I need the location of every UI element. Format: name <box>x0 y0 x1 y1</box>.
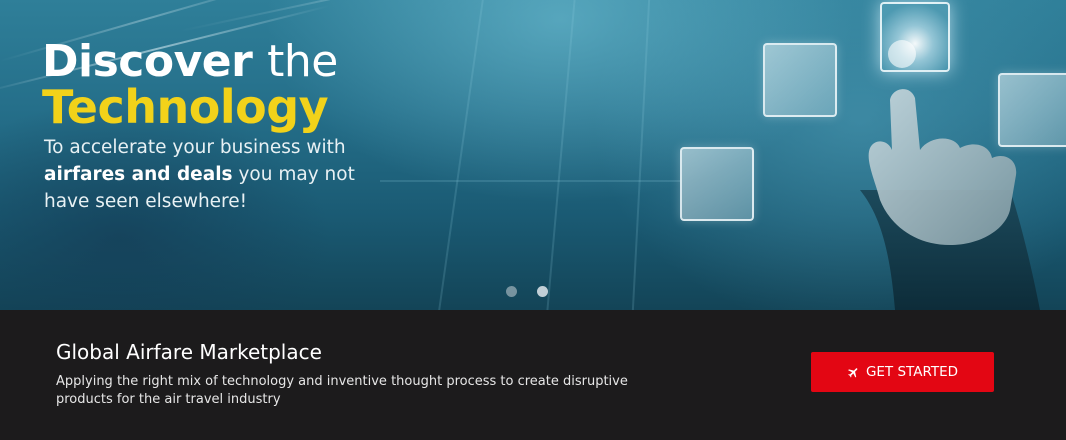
hero-heading-line1: Discover the <box>42 40 338 84</box>
hero-heading: Discover the Technology <box>42 40 338 134</box>
plane-icon <box>847 366 860 379</box>
hero-subtext-prefix: To accelerate your business with <box>44 137 346 158</box>
grid-line <box>438 0 484 310</box>
carousel-dot-1[interactable] <box>506 286 517 297</box>
section-description: Applying the right mix of technology and… <box>56 374 628 407</box>
section-title: Global Airfare Marketplace <box>56 340 322 364</box>
page: Discover the Technology To accelerate yo… <box>0 0 1066 440</box>
glass-tile <box>680 147 754 221</box>
carousel-dot-2[interactable] <box>537 286 548 297</box>
hero-subtext-bold: airfares and deals <box>44 164 233 185</box>
get-started-button[interactable]: GET STARTED <box>811 352 994 392</box>
get-started-label: GET STARTED <box>865 364 959 380</box>
hero-banner: Discover the Technology To accelerate yo… <box>0 0 1066 310</box>
grid-line <box>546 0 576 310</box>
grid-line <box>631 0 651 310</box>
grid-line <box>380 180 680 182</box>
pointing-hand-illustration <box>860 40 1040 310</box>
hero-heading-highlight: Technology <box>42 80 329 134</box>
carousel-pager <box>506 286 548 297</box>
hero-subtext: To accelerate your business with airfare… <box>44 134 384 215</box>
info-bar: Global Airfare Marketplace Applying the … <box>0 310 1066 440</box>
